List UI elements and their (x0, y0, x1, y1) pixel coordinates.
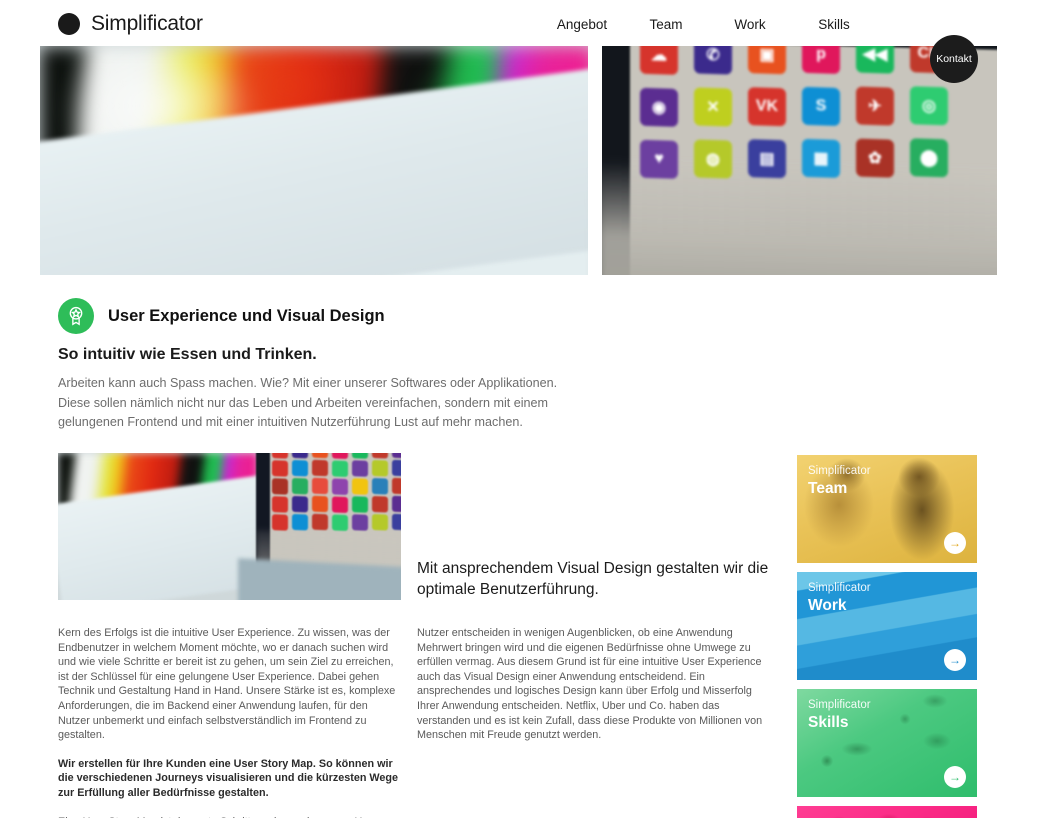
app-tile-icon (392, 513, 401, 531)
app-tile-icon: ✕ (694, 87, 732, 127)
sidebar-card-work[interactable]: Simplificator Work → (797, 572, 977, 680)
app-tile-icon (352, 459, 368, 477)
nav-item-angebot[interactable]: Angebot (540, 17, 624, 32)
app-tile-icon (352, 453, 368, 459)
nav-item-work[interactable]: Work (708, 17, 792, 32)
content-image (58, 453, 401, 600)
right-text-column: Nutzer entscheiden in wenigen Augenblick… (417, 626, 769, 757)
app-tile-icon (352, 477, 368, 495)
card-title: Skills (808, 714, 849, 731)
app-tile-icon (332, 478, 348, 495)
app-tile-icon: ◀◀ (856, 46, 894, 74)
card-kicker: Simplificator (808, 582, 871, 594)
section-header: User Experience und Visual Design (58, 298, 385, 334)
app-tile-icon (272, 514, 288, 531)
app-tile-icon (312, 514, 328, 531)
paragraph: Nutzer entscheiden in wenigen Augenblick… (417, 627, 763, 742)
app-tile-icon (272, 453, 288, 459)
content-app-tiles (272, 453, 401, 531)
app-tile-icon: ✿ (856, 138, 894, 178)
arrow-right-icon[interactable]: → (944, 766, 966, 788)
app-tile-icon: ▦ (802, 138, 840, 178)
app-tile-icon: ☁ (640, 46, 678, 75)
nav-item-team[interactable]: Team (624, 17, 708, 32)
nav-item-skills[interactable]: Skills (792, 17, 876, 32)
paragraph: Kern des Erfolgs ist die intuitive User … (58, 627, 396, 742)
brand-logo[interactable]: Simplificator (58, 13, 203, 35)
arrow-right-icon[interactable]: → (944, 532, 966, 554)
hero-image-inner: ☁ ✆ ▣ p ◀◀ CK ◉ ✕ VK S ✈ ◎ ♥ ◍ ▤ ▦ ✿ ⬤ (40, 46, 997, 275)
app-tile-icon (272, 478, 288, 495)
app-tile-icon (372, 459, 388, 477)
contact-button-label: Kontakt (936, 53, 972, 65)
app-tile-icon (312, 460, 328, 477)
sidebar-card-skills[interactable]: Simplificator Skills → (797, 689, 977, 797)
app-tile-icon (332, 514, 348, 531)
black-circle-logo-icon (58, 13, 80, 35)
app-tile-icon (312, 496, 328, 513)
app-tile-icon (392, 495, 401, 513)
sidebar-card-team[interactable]: Simplificator Team → (797, 455, 977, 563)
app-tile-icon (272, 460, 288, 477)
card-title: Team (808, 480, 848, 497)
app-tile-icon: ✆ (694, 46, 732, 75)
card-photo (797, 806, 977, 818)
app-tile-icon (292, 460, 308, 477)
paragraph: Wir erstellen für Ihre Kunden eine User … (58, 757, 399, 799)
app-tile-icon (292, 514, 308, 531)
award-rosette-icon (58, 298, 94, 334)
sidebar-card-list: Simplificator Team → Simplificator Work → Simp… (797, 455, 977, 818)
app-tile-icon: ⬤ (910, 138, 948, 178)
app-tile-icon (312, 453, 328, 459)
hero-image-divider (588, 46, 602, 275)
hero-image: ☁ ✆ ▣ p ◀◀ CK ◉ ✕ VK S ✈ ◎ ♥ ◍ ▤ ▦ ✿ ⬤ (40, 46, 997, 275)
main-nav: Angebot Team Work Skills (540, 17, 876, 32)
app-tile-icon: ◉ (640, 87, 678, 127)
app-tile-icon: ♥ (640, 139, 678, 179)
card-title: Work (808, 597, 847, 614)
right-column-heading: Mit ansprechendem Visual Design gestalte… (417, 560, 769, 598)
app-tile-icon (372, 477, 388, 495)
paragraph: Eine User Story Map ist der erste Schrit… (58, 815, 402, 818)
app-tile-icon: S (802, 86, 840, 126)
app-tile-icon (292, 478, 308, 495)
page-root: Simplificator Angebot Team Work Skills ☁… (0, 0, 1043, 818)
section-title: User Experience und Visual Design (108, 306, 385, 325)
app-tile-icon: VK (748, 87, 786, 127)
app-tile-icon (312, 478, 328, 495)
app-tile-icon (292, 496, 308, 513)
app-tile-icon (392, 459, 401, 477)
app-tile-icon: ✈ (856, 86, 894, 126)
card-kicker: Simplificator (808, 699, 871, 711)
app-tile-icon: ▤ (748, 139, 786, 179)
app-tile-icon: ◎ (910, 86, 948, 126)
app-tile-icon (292, 453, 308, 459)
app-tile-icon (372, 453, 388, 459)
app-tile-icon (272, 496, 288, 513)
app-tile-icon (332, 496, 348, 513)
section-subtitle: So intuitiv wie Essen und Trinken. (58, 346, 317, 363)
app-tile-icon (392, 477, 401, 495)
arrow-right-icon[interactable]: → (944, 649, 966, 671)
app-tile-icon (372, 513, 388, 531)
app-tile-icon (332, 460, 348, 477)
app-tile-icon: ◍ (694, 139, 732, 179)
section-intro-text: Arbeiten kann auch Spass machen. Wie? Mi… (58, 376, 558, 430)
card-kicker: Simplificator (808, 465, 871, 477)
sidebar-card-next[interactable] (797, 806, 977, 818)
brand-name: Simplificator (91, 12, 203, 35)
app-tile-icon (352, 495, 368, 513)
app-tile-icon (332, 453, 348, 459)
app-tile-icon: ▣ (748, 46, 786, 75)
app-tile-icon (392, 453, 401, 459)
app-tile-icon (352, 513, 368, 531)
app-tile-icon: p (802, 46, 840, 74)
site-header: Simplificator Angebot Team Work Skills (0, 0, 1043, 46)
contact-button[interactable]: Kontakt (930, 35, 978, 83)
app-tile-icon (372, 495, 388, 513)
left-text-column: Kern des Erfolgs ist die intuitive User … (58, 626, 402, 818)
